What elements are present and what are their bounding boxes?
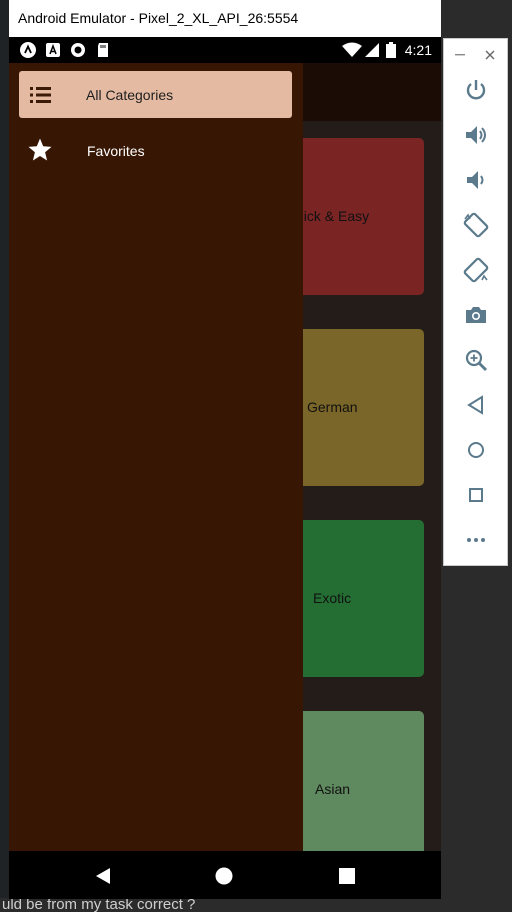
- navigation-drawer: All Categories Favorites: [9, 63, 303, 851]
- camera-icon[interactable]: [462, 301, 490, 329]
- zoom-icon[interactable]: [462, 346, 490, 374]
- drawer-item-label: All Categories: [86, 87, 174, 103]
- rotate-left-icon[interactable]: [462, 211, 490, 239]
- cell-signal-icon: [365, 43, 379, 57]
- power-icon[interactable]: [462, 76, 490, 104]
- home-icon[interactable]: [462, 436, 490, 464]
- emulator-title: Android Emulator - Pixel_2_XL_API_26:555…: [18, 10, 299, 26]
- star-icon: [28, 138, 52, 161]
- minimize-icon[interactable]: [455, 53, 465, 57]
- android-navigation-bar: [9, 851, 441, 899]
- background-chat-text: uld be from my task correct ?: [0, 898, 512, 912]
- more-icon[interactable]: [462, 526, 490, 554]
- circle-dot-icon: [71, 43, 85, 57]
- list-icon: [30, 87, 51, 103]
- battery-icon: [386, 42, 396, 58]
- drawer-item-favorites[interactable]: Favorites: [19, 126, 292, 173]
- status-bar: 4:21: [9, 37, 441, 63]
- rotate-right-icon[interactable]: [462, 256, 490, 284]
- app-a-icon: [20, 42, 36, 58]
- phone-screen: uick & Easy German Exotic Asian 4:21 All…: [9, 37, 441, 899]
- emulator-title-bar[interactable]: Android Emulator - Pixel_2_XL_API_26:555…: [9, 0, 441, 37]
- font-a-icon: [46, 43, 60, 57]
- drawer-item-all-categories[interactable]: All Categories: [19, 71, 292, 118]
- wifi-icon: [342, 42, 362, 57]
- nav-home-icon[interactable]: [215, 867, 233, 885]
- nav-overview-icon[interactable]: [339, 868, 355, 884]
- drawer-item-label: Favorites: [87, 143, 145, 159]
- overview-icon[interactable]: [462, 481, 490, 509]
- sd-card-icon: [98, 43, 108, 57]
- clock: 4:21: [404, 42, 432, 58]
- close-icon[interactable]: [485, 50, 495, 60]
- back-icon[interactable]: [462, 391, 490, 419]
- volume-down-icon[interactable]: [462, 166, 490, 194]
- nav-back-icon[interactable]: [95, 867, 111, 885]
- volume-up-icon[interactable]: [462, 121, 490, 149]
- emulator-side-toolbar: [443, 38, 508, 566]
